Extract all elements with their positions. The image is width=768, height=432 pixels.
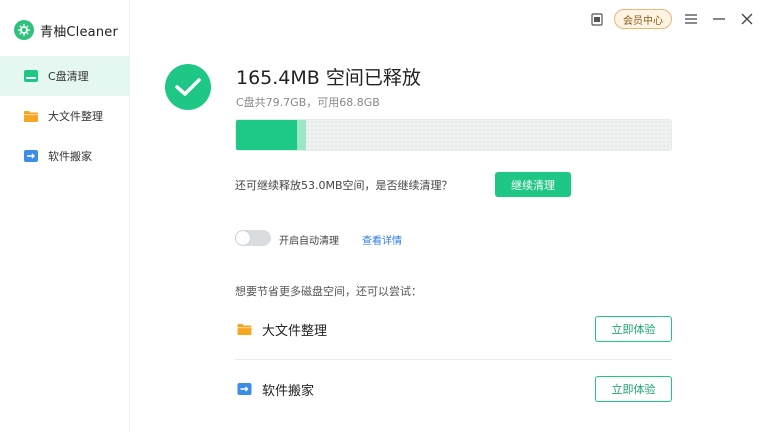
- disk-usage-bar: [235, 119, 672, 151]
- suggestion-row-app-move: 软件搬家 立即体验: [235, 359, 672, 419]
- auto-clean-label: 开启自动清理: [279, 236, 339, 247]
- app-move-icon: [22, 148, 40, 164]
- view-details-link[interactable]: 查看详情: [362, 232, 402, 247]
- continue-prompt: 还可继续释放53.0MB空间，是否继续清理？: [235, 179, 453, 192]
- try-now-button[interactable]: 立即体验: [595, 376, 672, 402]
- sidebar-item-app-move[interactable]: 软件搬家: [0, 136, 130, 176]
- disk-summary: C盘共79.7GB，可用68.8GB: [236, 96, 380, 109]
- folder-icon: [235, 321, 253, 337]
- disk-used-fill: [236, 120, 297, 150]
- sidebar-item-c-drive-clean[interactable]: C盘清理: [0, 56, 130, 96]
- disk-freed-fill: [296, 120, 306, 150]
- sidebar-item-label: 软件搬家: [48, 150, 92, 163]
- app-name: 青柚Cleaner: [40, 24, 119, 40]
- suggestion-label: 软件搬家: [262, 383, 315, 399]
- sidebar: 青柚Cleaner C盘清理 大文件整理 软件搬家: [0, 0, 130, 432]
- sidebar-item-large-files[interactable]: 大文件整理: [0, 96, 130, 136]
- main-panel: 165.4MB 空间已释放 C盘共79.7GB，可用68.8GB 还可继续释放5…: [130, 0, 768, 432]
- sidebar-item-label: C盘清理: [48, 70, 89, 83]
- disk-free-area: [305, 120, 671, 150]
- sidebar-nav: C盘清理 大文件整理 软件搬家: [0, 56, 130, 176]
- continue-clean-button[interactable]: 继续清理: [495, 172, 571, 197]
- app-brand: 青柚Cleaner: [14, 19, 118, 41]
- success-check-icon: [165, 64, 211, 110]
- suggestion-row-large-files: 大文件整理 立即体验: [235, 299, 672, 359]
- app-move-icon: [235, 381, 253, 397]
- app-logo-icon: [14, 20, 34, 40]
- try-now-button[interactable]: 立即体验: [595, 316, 672, 342]
- suggestion-label: 大文件整理: [262, 323, 328, 339]
- sidebar-item-label: 大文件整理: [48, 110, 103, 123]
- suggestions-title: 想要节省更多磁盘空间，还可以尝试：: [235, 285, 422, 298]
- result-title: 165.4MB 空间已释放: [236, 67, 421, 89]
- drive-icon: [22, 68, 40, 84]
- folder-icon: [22, 108, 40, 124]
- auto-clean-toggle[interactable]: [235, 230, 271, 246]
- toggle-knob: [236, 231, 250, 245]
